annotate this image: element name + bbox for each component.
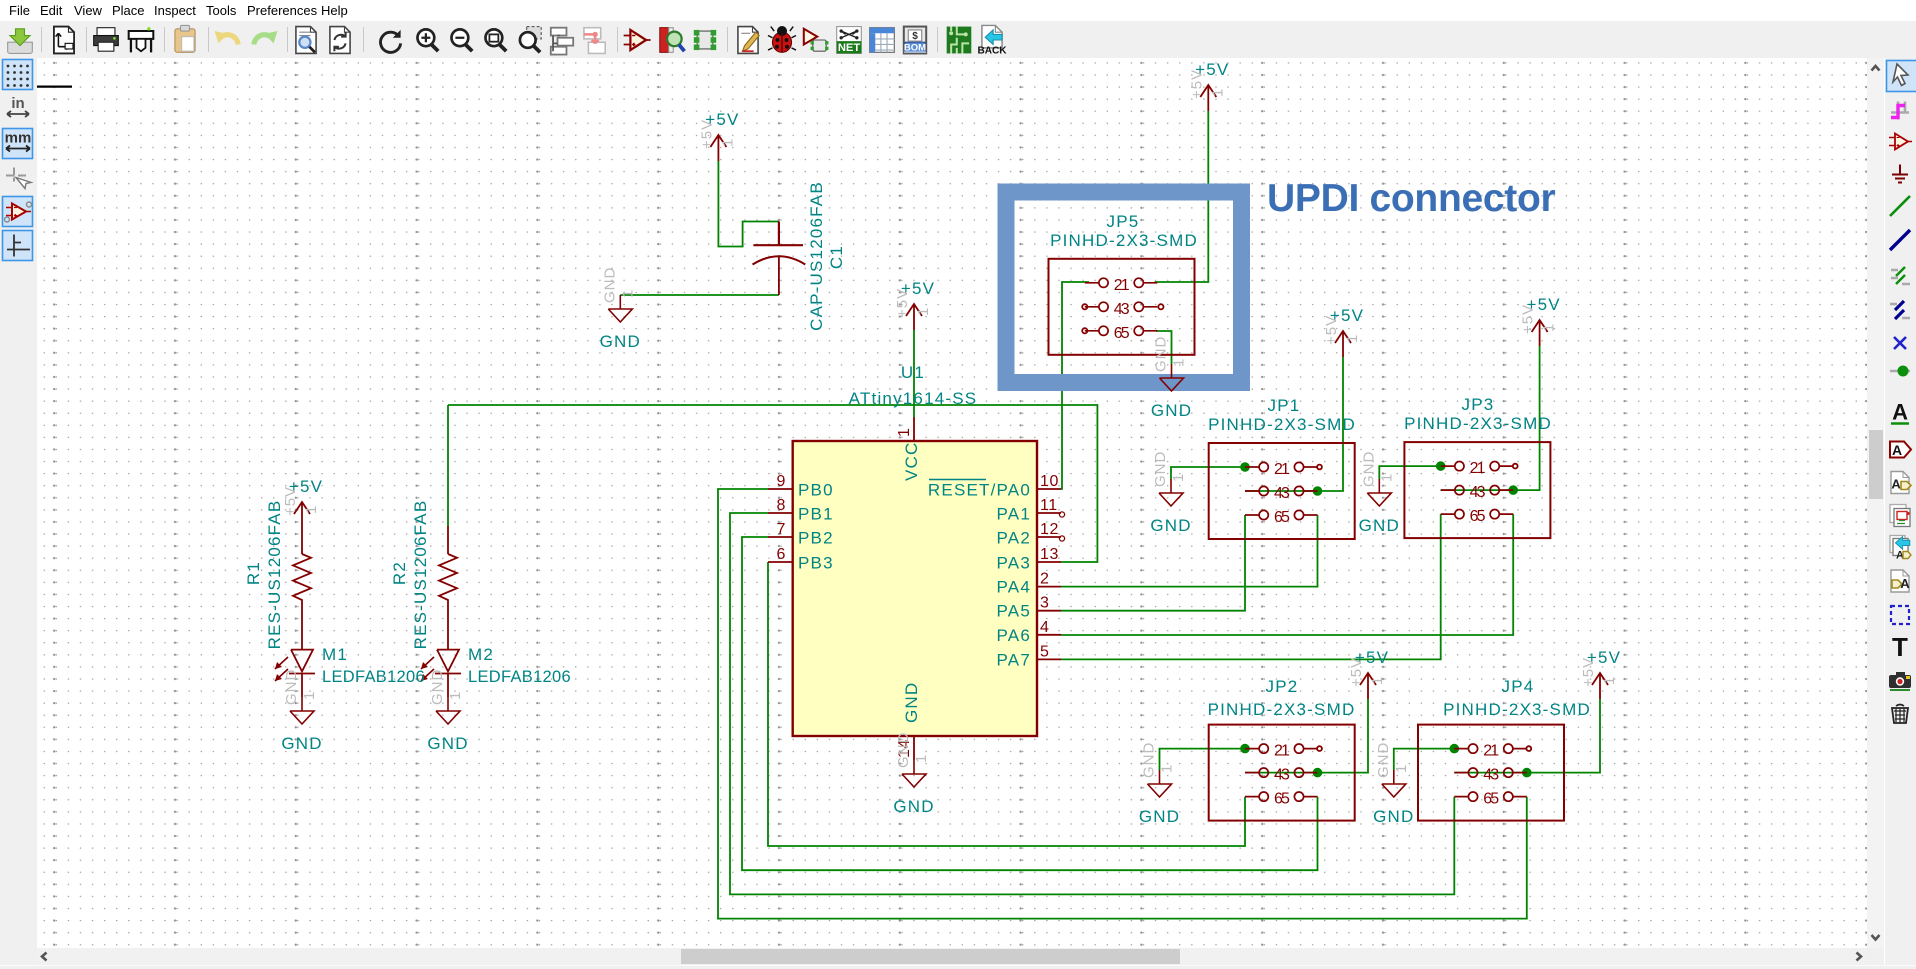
svg-text:A: A bbox=[1892, 400, 1908, 425]
svg-text:PB3: PB3 bbox=[798, 554, 834, 573]
svg-text:ATtiny1614-SS: ATtiny1614-SS bbox=[849, 389, 978, 408]
svg-text:2: 2 bbox=[1040, 571, 1050, 588]
svg-text:PB2: PB2 bbox=[798, 529, 834, 548]
svg-text:PB1: PB1 bbox=[798, 505, 834, 524]
svg-text:3: 3 bbox=[1040, 595, 1050, 612]
svg-text:4: 4 bbox=[1040, 619, 1050, 636]
svg-text:PINHD-2X3-SMD: PINHD-2X3-SMD bbox=[1208, 700, 1356, 719]
svg-text:PA1: PA1 bbox=[997, 505, 1031, 524]
svg-text:PA3: PA3 bbox=[997, 554, 1031, 573]
svg-text:R2: R2 bbox=[390, 561, 409, 585]
svg-text:PB0: PB0 bbox=[798, 481, 834, 500]
svg-text:9: 9 bbox=[777, 473, 787, 490]
svg-text:$: $ bbox=[912, 31, 918, 42]
svg-text:RESET/PA0: RESET/PA0 bbox=[928, 481, 1031, 500]
svg-text:M2: M2 bbox=[468, 645, 494, 664]
svg-text:A: A bbox=[1892, 442, 1902, 458]
svg-text:8: 8 bbox=[777, 497, 787, 514]
svg-text:PA2: PA2 bbox=[997, 529, 1031, 548]
svg-text:LEDFAB1206: LEDFAB1206 bbox=[322, 668, 425, 686]
svg-text:LEDFAB1206: LEDFAB1206 bbox=[468, 668, 571, 686]
svg-text:mm: mm bbox=[5, 130, 32, 147]
svg-text:7: 7 bbox=[777, 521, 787, 538]
svg-text:JP2: JP2 bbox=[1266, 677, 1299, 696]
svg-text:PINHD-2X3-SMD: PINHD-2X3-SMD bbox=[1208, 415, 1356, 434]
svg-text:BACK: BACK bbox=[977, 45, 1007, 56]
svg-text:1: 1 bbox=[896, 428, 913, 438]
svg-text:BOM: BOM bbox=[904, 43, 926, 54]
svg-text:C1: C1 bbox=[827, 245, 846, 269]
svg-text:JP3: JP3 bbox=[1462, 395, 1495, 414]
svg-text:NET: NET bbox=[838, 42, 861, 54]
svg-text:GND: GND bbox=[902, 682, 921, 723]
svg-text:RES-US1206FAB: RES-US1206FAB bbox=[265, 500, 284, 650]
svg-text:11: 11 bbox=[1040, 497, 1058, 514]
svg-text:PINHD-2X3-SMD: PINHD-2X3-SMD bbox=[1404, 414, 1552, 433]
svg-text:PA4: PA4 bbox=[997, 578, 1031, 597]
svg-text:RES-US1206FAB: RES-US1206FAB bbox=[411, 500, 430, 650]
svg-text:A: A bbox=[1900, 576, 1910, 591]
svg-text:R1: R1 bbox=[244, 561, 263, 585]
svg-text:UPDI connector: UPDI connector bbox=[1267, 177, 1555, 220]
svg-text:PA6: PA6 bbox=[997, 626, 1031, 645]
svg-text:12: 12 bbox=[1040, 521, 1059, 538]
svg-text:in: in bbox=[11, 95, 24, 112]
svg-text:13: 13 bbox=[1040, 546, 1059, 563]
svg-text:PA5: PA5 bbox=[997, 602, 1031, 621]
svg-text:T: T bbox=[1892, 632, 1908, 662]
svg-text:VCC: VCC bbox=[902, 442, 921, 482]
svg-text:6: 6 bbox=[777, 546, 787, 563]
svg-text:5: 5 bbox=[1040, 643, 1050, 660]
svg-text:PINHD-2X3-SMD: PINHD-2X3-SMD bbox=[1050, 231, 1198, 250]
svg-text:M1: M1 bbox=[322, 645, 348, 664]
svg-text:JP1: JP1 bbox=[1268, 396, 1301, 415]
svg-text:PA7: PA7 bbox=[997, 650, 1031, 669]
svg-text:JP4: JP4 bbox=[1502, 677, 1535, 696]
svg-text:10: 10 bbox=[1040, 473, 1059, 490]
svg-text:A: A bbox=[1891, 477, 1901, 492]
svg-text:CAP-US1206FAB: CAP-US1206FAB bbox=[807, 181, 826, 331]
svg-text:PINHD-2X3-SMD: PINHD-2X3-SMD bbox=[1443, 700, 1591, 719]
svg-text:U1: U1 bbox=[901, 363, 925, 382]
svg-text:JP5: JP5 bbox=[1107, 212, 1140, 231]
